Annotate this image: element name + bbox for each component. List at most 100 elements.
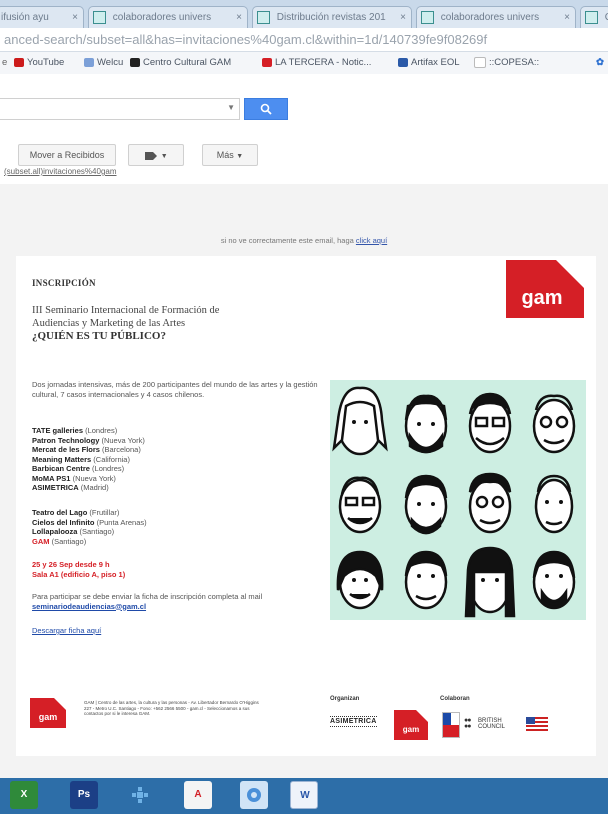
case-place: (Santiago)	[79, 527, 115, 536]
bookmark-label: Welcu	[97, 57, 124, 68]
tab-label: colaboradores univers	[112, 12, 212, 23]
case-place: (Punta Arenas)	[96, 517, 147, 527]
case-name: Patron Technology	[32, 435, 100, 445]
chevron-down-icon: ▼	[236, 153, 244, 160]
event-title: III Seminario Internacional de Formación…	[32, 304, 332, 343]
case-name: Mercat de les Flors	[32, 445, 100, 454]
notice-text: si no ve correctamente este email, haga	[220, 236, 354, 245]
case-place: (Londres)	[92, 464, 125, 473]
taskbar-photoshop-button[interactable]: Ps	[70, 781, 98, 809]
case-place: (Londres)	[85, 426, 118, 435]
more-button-label: Más	[216, 150, 234, 160]
international-cases: TATE galleries (Londres) Patron Technolo…	[32, 426, 322, 493]
bookmark-item[interactable]: YouTube	[14, 57, 64, 68]
chile-government-logo	[442, 712, 460, 738]
browser-tab[interactable]: ifusión ayu ×	[0, 6, 84, 28]
bookmarks-overflow-icon[interactable]: e	[2, 57, 7, 68]
labels-button[interactable]: ▼	[128, 144, 184, 166]
close-icon[interactable]: ×	[564, 7, 570, 28]
latercera-icon	[262, 57, 272, 67]
label-icon	[145, 151, 158, 160]
list-item: Meaning Matters (California)	[32, 455, 322, 465]
taskbar-network-button[interactable]	[126, 781, 154, 809]
browser-tab[interactable]: colaboradores univers ×	[88, 6, 248, 28]
browser-tab[interactable]: colaboradores univers ×	[416, 6, 576, 28]
search-options-icon[interactable]: ▼	[227, 103, 235, 112]
event-question: ¿QUIÉN ES TU PÚBLICO?	[32, 330, 166, 342]
case-name: Cielos del Infinito	[32, 517, 95, 527]
address-bar[interactable]: anced-search/subset=all&has=invitaciones…	[0, 28, 608, 52]
close-icon[interactable]: ×	[236, 7, 242, 28]
case-place: (California)	[93, 454, 130, 464]
page-icon	[474, 57, 486, 68]
close-icon[interactable]: ×	[72, 7, 78, 28]
move-button-label: Mover a Recibidos	[29, 150, 105, 160]
date-line: 25 y 26 Sep desde 9 h	[32, 560, 110, 569]
gam-organizer-logo: gam	[394, 710, 428, 740]
newsletter-card: gam INSCRIPCIÓN III Seminario Internacio…	[16, 256, 596, 756]
network-icon	[132, 787, 148, 803]
photoshop-icon: Ps	[77, 789, 91, 800]
browser-tab[interactable]: C	[580, 6, 608, 28]
participation-info: Para participar se debe enviar la ficha …	[32, 592, 322, 611]
gam-logo[interactable]: gam	[496, 260, 586, 320]
case-place: (Madrid)	[80, 483, 109, 492]
case-name: Meaning Matters	[32, 454, 92, 464]
acrobat-icon: A	[194, 789, 202, 800]
taskbar-word-button[interactable]: W	[290, 781, 318, 809]
browser-tab[interactable]: Distribución revistas 201 ×	[252, 6, 412, 28]
bookmark-item[interactable]: ::COPESA::	[474, 57, 539, 68]
search-button[interactable]	[244, 98, 288, 120]
event-title-line: III Seminario Internacional de Formación…	[32, 305, 220, 316]
bookmark-item[interactable]: Artifax EOL	[398, 57, 460, 68]
british-council-line: COUNCIL	[478, 724, 506, 730]
gam-footer-logo-text: gam	[39, 712, 58, 722]
bookmark-label: Artifax EOL	[411, 57, 460, 68]
section-heading: INSCRIPCIÓN	[32, 278, 96, 288]
asimetrica-logo: ASIMETRICA	[330, 716, 377, 727]
close-icon[interactable]: ×	[400, 7, 406, 28]
windows-taskbar: X Ps A W	[0, 778, 608, 814]
bookmarks-bar: e YouTube Welcu Centro Cultural GAM LA T…	[0, 52, 608, 75]
download-form-link[interactable]: Descargar ficha aquí	[32, 626, 101, 635]
bookmark-label: ::COPESA::	[489, 57, 540, 69]
search-icon	[260, 103, 272, 115]
view-online-notice: si no ve correctamente este email, haga …	[0, 236, 608, 245]
bookmark-item[interactable]: LA TERCERA - Notic...	[262, 57, 371, 68]
bookmark-label: YouTube	[27, 57, 65, 68]
case-name: Lollapalooza	[32, 527, 78, 536]
taskbar-browser-button[interactable]	[240, 781, 268, 809]
bookmark-label: Centro Cultural GAM	[143, 57, 232, 68]
list-item: Cielos del Infinito (Punta Arenas)	[32, 518, 322, 528]
view-online-link[interactable]: click aquí	[356, 236, 387, 245]
bookmark-item[interactable]: Centro Cultural GAM	[130, 57, 231, 68]
move-to-inbox-button[interactable]: Mover a Recibidos	[18, 144, 116, 166]
event-title-line: Audiencias y Marketing de las Artes	[32, 318, 186, 329]
sheet-favicon-icon	[585, 10, 598, 24]
cut-line-text: (subset.all)invitaciones%40gam	[4, 167, 117, 176]
welcu-icon	[84, 57, 94, 67]
sheet-favicon-icon	[421, 10, 434, 24]
chilean-cases: Teatro del Lago (Frutillar) Cielos del I…	[32, 508, 322, 546]
browser-icon	[247, 788, 261, 802]
bookmark-item[interactable]: Welcu	[84, 57, 123, 68]
sheet-favicon-icon	[257, 10, 270, 24]
taskbar-excel-button[interactable]: X	[10, 781, 38, 809]
gam-logo-text: gam	[521, 287, 562, 309]
list-item: TATE galleries (Londres)	[32, 426, 322, 436]
sheet-favicon-icon	[93, 10, 106, 24]
list-item: GAM (Santiago)	[32, 537, 322, 547]
list-item: MoMA PS1 (Nueva York)	[32, 474, 322, 484]
bookmark-overflow-icon[interactable]: ✿	[596, 57, 604, 68]
registration-email-link[interactable]: seminariodeaudiencias@gam.cl	[32, 602, 146, 611]
word-icon: W	[300, 790, 310, 801]
taskbar-acrobat-button[interactable]: A	[184, 781, 212, 809]
search-input[interactable]: ▼	[0, 98, 240, 120]
tab-label: colaboradores univers	[440, 12, 540, 23]
more-button[interactable]: Más ▼	[202, 144, 258, 166]
email-body: si no ve correctamente este email, haga …	[0, 184, 608, 778]
case-name: Teatro del Lago	[32, 508, 88, 517]
case-name: MoMA PS1	[32, 473, 71, 483]
truncated-header-text: (subset.all)invitaciones%40gam	[0, 166, 608, 184]
collaborators-label: Colaboran	[440, 696, 470, 702]
